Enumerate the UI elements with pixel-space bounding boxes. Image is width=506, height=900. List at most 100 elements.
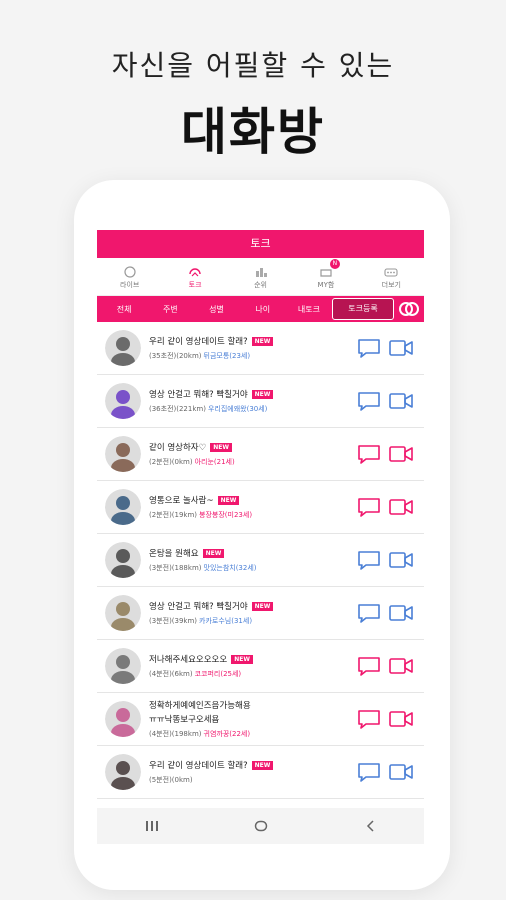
- rings-logo-icon[interactable]: [396, 298, 422, 320]
- chat-icon[interactable]: [356, 496, 382, 518]
- talk-actions: [356, 655, 414, 677]
- talk-actions: [356, 602, 414, 624]
- chat-icon[interactable]: [356, 549, 382, 571]
- new-badge: NEW: [217, 495, 240, 505]
- talk-row[interactable]: 영상 안걸고 뭐해? 빡칠거야 NEW (3분전)(39km) 카카로수님(31세): [97, 587, 424, 640]
- filter-all[interactable]: 전체: [101, 304, 147, 315]
- talk-meta: (2분전)(19km) 봉장봉장(미23세): [149, 510, 356, 520]
- talk-row[interactable]: 온탕을 원해요 NEW (3분전)(188km) 맛있는참치(32세): [97, 534, 424, 587]
- talk-row[interactable]: 우리 같이 영상데이트 할래? NEW (5분전)(0km): [97, 746, 424, 799]
- video-call-icon[interactable]: [388, 655, 414, 677]
- chat-icon[interactable]: [356, 761, 382, 783]
- talk-nick: 맛있는참치(32세): [203, 564, 257, 572]
- talk-actions: [356, 390, 414, 412]
- chat-icon[interactable]: [356, 390, 382, 412]
- new-badge: NEW: [210, 442, 232, 452]
- talk-nick: 뒤금모통(23세): [203, 352, 251, 360]
- video-call-icon[interactable]: [388, 708, 414, 730]
- more-icon: [384, 264, 398, 278]
- recents-button[interactable]: [122, 811, 182, 841]
- avatar[interactable]: [105, 489, 141, 525]
- talk-row[interactable]: 우리 같이 영상데이트 할래? NEW (35초전)(20km) 뒤금모통(23세): [97, 322, 424, 375]
- talk-register-button[interactable]: 토크등록: [332, 298, 395, 320]
- talk-message-line: 영통으로 놀사람~ NEW: [149, 494, 356, 506]
- tab-ranking[interactable]: 순위: [228, 258, 293, 295]
- talk-meta: (3분전)(39km) 카카로수님(31세): [149, 616, 356, 626]
- video-call-icon[interactable]: [388, 390, 414, 412]
- video-call-icon[interactable]: [388, 443, 414, 465]
- live-icon: [123, 264, 137, 278]
- home-button[interactable]: [231, 811, 291, 841]
- avatar[interactable]: [105, 436, 141, 472]
- talk-message: 영상 안걸고 뭐해? 빡칠거야: [149, 602, 248, 612]
- chat-icon[interactable]: [356, 443, 382, 465]
- talk-dist: (221km): [176, 405, 206, 413]
- talk-row[interactable]: 저나해주세요오오오오 NEW (4분전)(6km) 코코퍼리(25세): [97, 640, 424, 693]
- talk-dist: (20km): [176, 352, 202, 360]
- talk-info: 저나해주세요오오오오 NEW (4분전)(6km) 코코퍼리(25세): [149, 653, 356, 679]
- video-call-icon[interactable]: [388, 602, 414, 624]
- tab-talk[interactable]: 토크: [162, 258, 227, 295]
- video-call-icon[interactable]: [388, 761, 414, 783]
- avatar[interactable]: [105, 330, 141, 366]
- avatar[interactable]: [105, 595, 141, 631]
- new-badge: NEW: [251, 601, 274, 611]
- chat-icon[interactable]: [356, 602, 382, 624]
- talk-message: 정확하게예예인즈음가능해용: [149, 701, 251, 711]
- talk-meta: (35초전)(20km) 뒤금모통(23세): [149, 351, 356, 361]
- talk-message: 같이 영상하자♡: [149, 443, 207, 453]
- filter-age[interactable]: 나이: [240, 304, 286, 315]
- tab-label: 더보기: [381, 280, 401, 289]
- filter-my-talk[interactable]: 내토크: [286, 304, 332, 315]
- talk-meta: (5분전)(0km): [149, 775, 356, 785]
- chat-icon[interactable]: [356, 337, 382, 359]
- talk-info: 우리 같이 영상데이트 할래? NEW (35초전)(20km) 뒤금모통(23세): [149, 335, 356, 361]
- video-call-icon[interactable]: [388, 549, 414, 571]
- filter-nearby[interactable]: 주변: [147, 304, 193, 315]
- back-icon: [366, 820, 374, 832]
- talk-actions: [356, 761, 414, 783]
- talk-info: 영통으로 놀사람~ NEW (2분전)(19km) 봉장봉장(미23세): [149, 494, 356, 520]
- talk-actions: [356, 549, 414, 571]
- talk-row[interactable]: 영통으로 놀사람~ NEW (2분전)(19km) 봉장봉장(미23세): [97, 481, 424, 534]
- talk-meta: (3분전)(188km) 맛있는참치(32세): [149, 563, 356, 573]
- avatar[interactable]: [105, 383, 141, 419]
- tab-inbox[interactable]: N MY함: [293, 258, 358, 295]
- talk-row[interactable]: 영상 안걸고 뭐해? 빡칠거야 NEW (36초전)(221km) 우리집에왜왔(30…: [97, 375, 424, 428]
- avatar[interactable]: [105, 701, 141, 737]
- talk-meta: (4분전)(6km) 코코퍼리(25세): [149, 669, 356, 679]
- avatar[interactable]: [105, 542, 141, 578]
- system-nav-bar: [97, 808, 424, 844]
- chat-icon[interactable]: [356, 708, 382, 730]
- filter-gender[interactable]: 성별: [193, 304, 239, 315]
- talk-actions: [356, 337, 414, 359]
- tab-label: 라이브: [120, 280, 140, 289]
- recents-icon: [145, 821, 158, 831]
- avatar[interactable]: [105, 754, 141, 790]
- talk-dist: (0km): [171, 776, 193, 784]
- talk-row[interactable]: 같이 영상하자♡ NEW (2분전)(0km) 아리눈(21세): [97, 428, 424, 481]
- video-call-icon[interactable]: [388, 337, 414, 359]
- avatar[interactable]: [105, 648, 141, 684]
- tab-more[interactable]: 더보기: [359, 258, 424, 295]
- talk-message-line: 정확하게예예인즈음가능해용: [149, 699, 356, 711]
- talk-nick: 아리눈(21세): [194, 458, 235, 466]
- video-call-icon[interactable]: [388, 496, 414, 518]
- talk-time: (36초전): [149, 405, 177, 413]
- app-screen: 토크 라이브 토크 순위 N MY함 더보기 전체 주변 성별 나이 내토크 토…: [97, 230, 424, 842]
- talk-message: 저나해주세요오오오오: [149, 655, 228, 665]
- talk-row[interactable]: 정확하게예예인즈음가능해용 ㅠㅠ낙똥보구오세욤 (4분전)(198km) 귀염까꿍(2…: [97, 693, 424, 746]
- talk-info: 정확하게예예인즈음가능해용 ㅠㅠ낙똥보구오세욤 (4분전)(198km) 귀염까꿍(2…: [149, 699, 356, 739]
- talk-time: (2분전): [149, 458, 172, 466]
- tab-label: 순위: [254, 280, 267, 289]
- talk-message-line-2: ㅠㅠ낙똥보구오세욤: [149, 715, 220, 725]
- talk-actions: [356, 443, 414, 465]
- chat-icon[interactable]: [356, 655, 382, 677]
- tab-live[interactable]: 라이브: [97, 258, 162, 295]
- talk-info: 같이 영상하자♡ NEW (2분전)(0km) 아리눈(21세): [149, 441, 356, 467]
- talk-time: (2분전): [149, 511, 172, 519]
- back-button[interactable]: [340, 811, 400, 841]
- talk-actions: [356, 496, 414, 518]
- talk-time: (4분전): [149, 670, 172, 678]
- app-title-bar: 토크: [97, 230, 424, 258]
